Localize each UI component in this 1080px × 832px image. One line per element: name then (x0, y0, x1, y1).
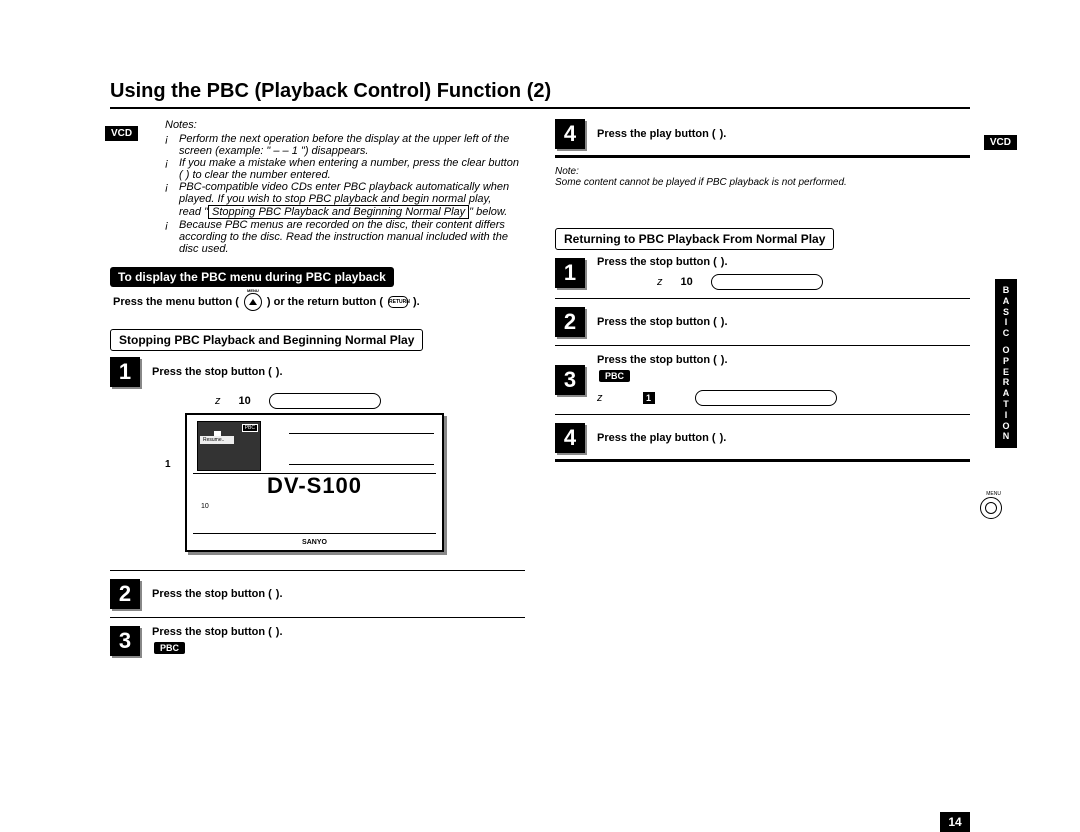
player-screen: PBC Resume.. (197, 421, 261, 471)
rb-step-1: 1 (555, 258, 585, 288)
page-title: Using the PBC (Playback Control) Functio… (110, 80, 970, 103)
title-rule (110, 107, 970, 109)
rb-step-4: 4 (555, 423, 585, 453)
side-tab: BASIC OPERATION (995, 279, 1017, 448)
step-1: 1 (110, 357, 140, 387)
step-1-text: Press the stop button (). (152, 366, 283, 378)
vcd-badge: VCD (105, 126, 138, 141)
r-step-4: 4 (555, 119, 585, 149)
rb-step-4-text: Press the play button (). (597, 432, 726, 444)
section-display-menu: To display the PBC menu during PBC playb… (110, 267, 394, 287)
pbc-indicator: PBC (599, 370, 630, 382)
notes-list: ¡Perform the next operation before the d… (165, 133, 525, 255)
display-readout: z 10 (215, 393, 525, 409)
rb-step-3: 3 (555, 365, 585, 395)
player-left-num: 1 (165, 459, 171, 470)
r-step-4-text: Press the play button (). (597, 128, 726, 140)
rb-step-2: 2 (555, 307, 585, 337)
menu-ring-icon (980, 497, 1002, 519)
step-3-text: Press the stop button (). (152, 626, 283, 638)
return-icon: RETURN (388, 296, 408, 308)
rb-step-2-text: Press the stop button (). (597, 316, 728, 328)
page-number: 14 (940, 812, 970, 832)
menu-instruction: Press the menu button ( MENU ) or the re… (113, 293, 525, 311)
rb-step-3-text: Press the stop button (). (597, 354, 837, 366)
step-2: 2 (110, 579, 140, 609)
right-note: Note: Some content cannot be played if P… (555, 166, 970, 188)
section-stop-pbc: Stopping PBC Playback and Beginning Norm… (110, 329, 423, 351)
menu-ring-label: MENU (986, 491, 1001, 497)
player-small-num: 10 (201, 503, 209, 510)
player-model: DV-S100 (187, 473, 442, 499)
notes-label: Notes: (165, 119, 525, 131)
step-2-text: Press the stop button (). (152, 588, 283, 600)
mini-square: 1 (643, 392, 655, 404)
rb-step-1-text: Press the stop button (). (597, 256, 823, 268)
player-brand: SANYO (302, 539, 327, 546)
pbc-indicator: PBC (154, 642, 185, 654)
section-return-pbc: Returning to PBC Playback From Normal Pl… (555, 228, 834, 250)
menu-icon: MENU (244, 293, 262, 311)
step-3: 3 (110, 626, 140, 656)
player-illustration: PBC Resume.. DV-S100 10 SANYO (185, 413, 444, 552)
vcd-badge-right: VCD (984, 135, 1017, 150)
